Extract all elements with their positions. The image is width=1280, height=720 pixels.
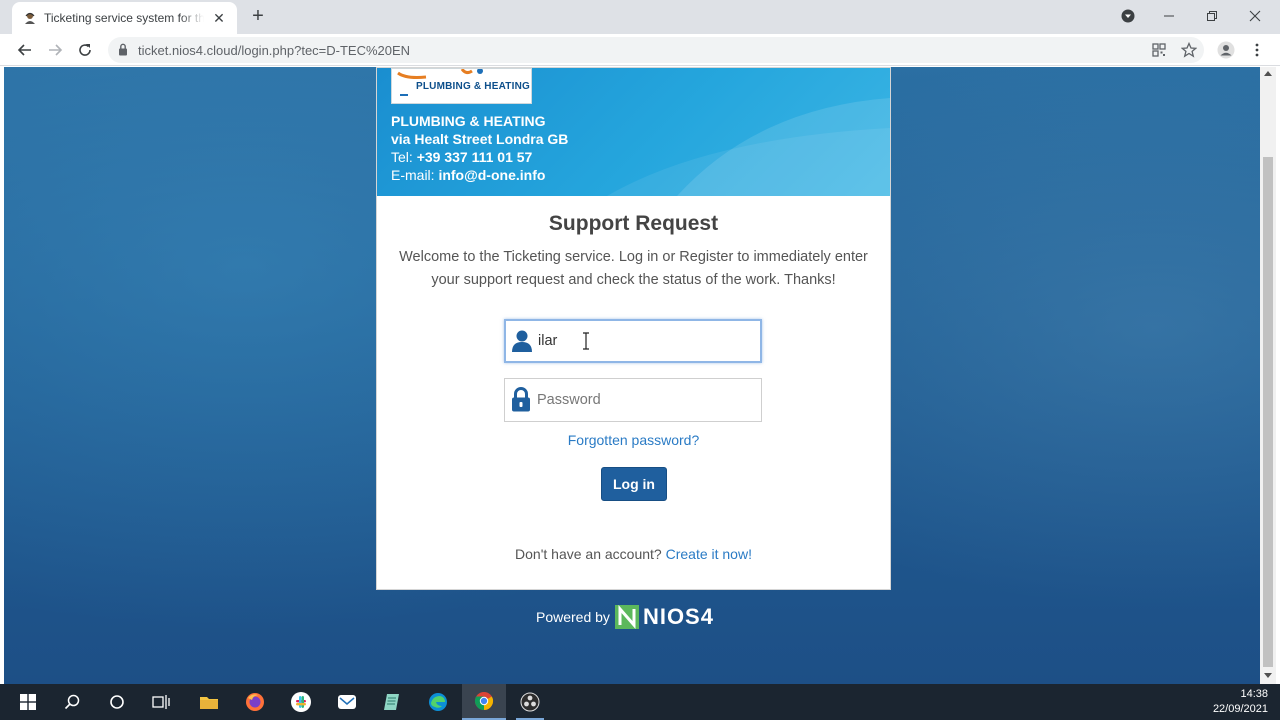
search-icon[interactable] [50, 684, 94, 720]
register-prompt: Don't have an account? [515, 546, 666, 562]
windows-taskbar: 14:38 22/09/2021 [0, 684, 1280, 720]
powered-by-label: Powered by [536, 609, 610, 625]
nios4-logo-icon [614, 605, 639, 629]
close-tab-icon[interactable]: ✕ [211, 10, 227, 26]
close-window-icon[interactable] [1245, 6, 1265, 26]
company-name: PLUMBING & HEATING [391, 113, 546, 129]
windows-start-icon[interactable] [6, 684, 50, 720]
welcome-text: Welcome to the Ticketing service. Log in… [399, 249, 868, 288]
restore-icon[interactable] [1202, 6, 1222, 26]
cortana-icon[interactable] [95, 684, 139, 720]
page-scrollbar[interactable] [1260, 67, 1276, 684]
password-field[interactable] [504, 378, 762, 422]
forward-arrow-icon[interactable] [45, 40, 65, 60]
page-title: Support Request [548, 212, 719, 235]
file-explorer-icon[interactable] [187, 684, 231, 720]
obs-studio-icon[interactable] [508, 684, 552, 720]
chrome-menu-dropdown-icon[interactable] [1118, 6, 1138, 26]
create-account-link[interactable]: Create it now! [666, 546, 752, 562]
nios4-brand: NIOS4 [642, 604, 714, 629]
company-phone: Tel: +39 337 111 01 57 [391, 149, 533, 165]
url-text: ticket.nios4.cloud/login.php?tec=D-TEC%2… [138, 43, 411, 58]
scroll-thumb[interactable] [1263, 157, 1273, 667]
company-info: PLUMBING & HEATING via Healt Street Lond… [391, 112, 568, 184]
username-input[interactable] [538, 326, 748, 356]
company-address: via Healt Street Londra GB [391, 131, 569, 147]
browser-tabbar: Ticketing service system for the custome… [0, 0, 1280, 34]
powered-by: Powered by NIOS4 [536, 603, 714, 631]
padlock-icon [505, 379, 537, 421]
forgot-password-link[interactable]: Forgotten password? [377, 432, 890, 448]
notepad-icon[interactable] [370, 684, 414, 720]
user-icon [506, 321, 538, 361]
system-clock[interactable]: 14:38 22/09/2021 [1213, 687, 1268, 717]
password-input[interactable] [537, 385, 747, 415]
login-button[interactable]: Log in [601, 467, 667, 501]
firefox-icon[interactable] [233, 684, 277, 720]
page-background: PLUMBING & HEATING PLUMBING & HEATING vi… [4, 67, 1260, 684]
reload-icon[interactable] [75, 40, 95, 60]
chrome-icon[interactable] [462, 684, 506, 720]
lock-icon [118, 43, 128, 61]
mail-app-icon[interactable] [325, 684, 369, 720]
company-header: PLUMBING & HEATING PLUMBING & HEATING vi… [377, 68, 890, 196]
browser-toolbar: ticket.nios4.cloud/login.php?tec=D-TEC%2… [0, 34, 1280, 66]
company-email: E-mail: info@d-one.info [391, 167, 546, 183]
login-card: PLUMBING & HEATING PLUMBING & HEATING vi… [376, 67, 891, 590]
edge-icon[interactable] [416, 684, 460, 720]
browser-tab[interactable]: Ticketing service system for the custome… [12, 2, 237, 34]
qr-code-icon[interactable] [1149, 40, 1169, 60]
logo-text: PLUMBING & HEATING [416, 81, 530, 92]
tab-title: Ticketing service system for the custome… [44, 11, 204, 25]
clock-time: 14:38 [1240, 688, 1268, 700]
slack-icon[interactable] [279, 684, 323, 720]
company-logo: PLUMBING & HEATING [391, 68, 532, 104]
new-tab-button[interactable]: + [248, 6, 268, 27]
register-line: Don't have an account? Create it now! [377, 546, 890, 562]
text-cursor-icon [583, 332, 589, 350]
more-menu-icon[interactable] [1247, 40, 1267, 60]
scroll-up-arrow-icon[interactable] [1264, 71, 1272, 76]
profile-avatar-icon[interactable] [1216, 40, 1236, 60]
address-bar[interactable]: ticket.nios4.cloud/login.php?tec=D-TEC%2… [108, 37, 1204, 63]
scroll-down-arrow-icon[interactable] [1264, 673, 1272, 678]
task-view-icon[interactable] [139, 684, 183, 720]
bookmark-star-icon[interactable] [1179, 40, 1199, 60]
minimize-icon[interactable] [1159, 6, 1179, 26]
back-arrow-icon[interactable] [15, 40, 35, 60]
clock-date: 22/09/2021 [1212, 703, 1268, 715]
support-agent-icon [22, 10, 38, 26]
username-field[interactable] [504, 319, 762, 363]
